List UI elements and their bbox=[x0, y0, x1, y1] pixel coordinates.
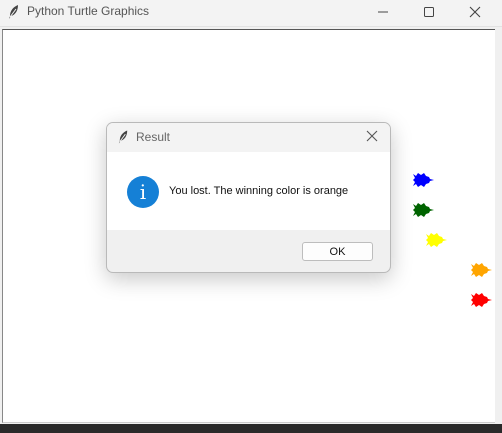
turtle-red bbox=[468, 290, 494, 310]
turtle-shape bbox=[471, 293, 492, 307]
result-dialog: Result i You lost. The winning color is … bbox=[106, 122, 391, 273]
turtle-shape bbox=[471, 263, 492, 277]
turtle-shape bbox=[413, 203, 434, 217]
feather-icon bbox=[117, 129, 130, 145]
dialog-title: Result bbox=[136, 130, 171, 144]
close-icon bbox=[469, 6, 481, 18]
turtle-yellow bbox=[423, 230, 449, 250]
window-title: Python Turtle Graphics bbox=[27, 4, 150, 18]
maximize-icon bbox=[423, 6, 435, 18]
turtle-shape bbox=[426, 233, 447, 247]
dialog-message: You lost. The winning color is orange bbox=[169, 185, 349, 197]
turtle-orange bbox=[468, 260, 494, 280]
turtle-blue bbox=[410, 170, 436, 190]
feather-icon bbox=[7, 4, 21, 20]
window-right-edge bbox=[495, 29, 502, 423]
dialog-body: i You lost. The winning color is orange bbox=[107, 152, 390, 230]
close-button[interactable] bbox=[452, 0, 498, 24]
window-titlebar[interactable]: Python Turtle Graphics bbox=[0, 0, 502, 27]
info-icon: i bbox=[127, 176, 159, 208]
ok-button[interactable]: OK bbox=[302, 242, 373, 261]
minimize-icon bbox=[377, 6, 389, 18]
close-icon bbox=[366, 129, 378, 147]
window-bottom-edge bbox=[0, 424, 502, 433]
turtle-green bbox=[410, 200, 436, 220]
turtle-shape bbox=[413, 173, 434, 187]
dialog-close-button[interactable] bbox=[361, 128, 383, 148]
minimize-button[interactable] bbox=[360, 0, 406, 24]
dialog-titlebar[interactable]: Result bbox=[107, 123, 390, 152]
maximize-button[interactable] bbox=[406, 0, 452, 24]
